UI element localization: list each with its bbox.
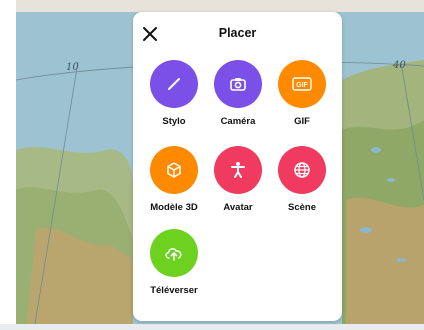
pen-icon xyxy=(168,78,180,90)
pen-button[interactable] xyxy=(150,60,198,108)
bottom-bar xyxy=(0,324,424,330)
scene-button[interactable] xyxy=(278,146,326,194)
globe-icon xyxy=(294,162,310,178)
map-grid-label: 10 xyxy=(66,62,79,73)
avatar-icon xyxy=(231,162,245,178)
tool-upload[interactable]: Téléverser xyxy=(134,229,214,296)
tool-label: Téléverser xyxy=(150,285,198,296)
gif-button[interactable]: GIF xyxy=(278,60,326,108)
cube-icon xyxy=(167,162,181,178)
svg-text:GIF: GIF xyxy=(296,82,308,89)
map-grid-label: 40 xyxy=(393,60,406,71)
camera-button[interactable] xyxy=(214,60,262,108)
avatar-button[interactable] xyxy=(214,146,262,194)
camera-icon xyxy=(230,78,246,91)
tool-label: GIF xyxy=(294,116,310,127)
cloud-upload-icon xyxy=(165,248,182,261)
model3d-button[interactable] xyxy=(150,146,198,194)
gif-icon: GIF xyxy=(292,77,312,91)
tool-scene[interactable]: Scène xyxy=(262,146,342,213)
app-viewport: 10 40 Placer Stylo Caméra GIF GIF Modèle… xyxy=(0,0,424,330)
panel-title: Placer xyxy=(218,26,257,40)
place-menu-panel: Placer Stylo Caméra GIF GIF Modèle 3D Av… xyxy=(133,12,342,321)
tool-gif[interactable]: GIF GIF xyxy=(262,60,342,127)
tool-label: Scène xyxy=(288,202,316,213)
upload-button[interactable] xyxy=(150,229,198,277)
